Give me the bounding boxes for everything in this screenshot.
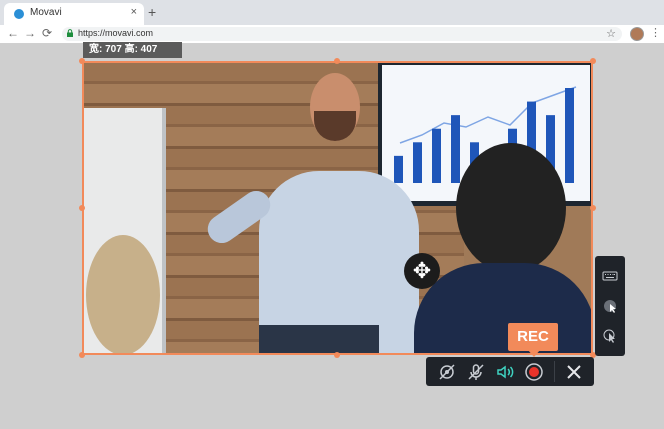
keyboard-icon[interactable] bbox=[602, 268, 618, 284]
move-capture-button[interactable]: ✥ bbox=[404, 253, 440, 289]
audience-head-right bbox=[456, 143, 566, 273]
resize-handle-bottom-left[interactable] bbox=[79, 352, 85, 358]
resize-handle-left[interactable] bbox=[79, 205, 85, 211]
url-text: https://movavi.com bbox=[78, 28, 154, 38]
audience-head-left bbox=[86, 235, 160, 353]
mouse-highlight-icon[interactable] bbox=[602, 298, 618, 314]
rec-indicator-pointer bbox=[528, 350, 540, 357]
chart-bar bbox=[451, 115, 460, 183]
control-bar-divider bbox=[554, 361, 555, 382]
video-frame bbox=[84, 63, 591, 353]
chart-bar bbox=[413, 142, 422, 183]
presenter-trousers bbox=[259, 325, 379, 353]
resize-handle-top-left[interactable] bbox=[79, 58, 85, 64]
lock-icon bbox=[67, 29, 73, 37]
resize-handle-bottom[interactable] bbox=[334, 352, 340, 358]
close-recorder-icon[interactable] bbox=[564, 362, 584, 382]
resize-handle-top-right[interactable] bbox=[590, 58, 596, 64]
tab-title: Movavi bbox=[30, 7, 62, 18]
capture-size-label: 宽: 707 高: 407 bbox=[83, 42, 182, 58]
chart-bar bbox=[432, 128, 441, 183]
microphone-off-icon[interactable] bbox=[466, 362, 486, 382]
movavi-favicon-icon bbox=[14, 9, 24, 19]
chart-bar bbox=[394, 155, 403, 183]
rec-indicator: REC bbox=[508, 323, 558, 351]
close-tab-icon[interactable]: × bbox=[131, 6, 137, 18]
capture-area[interactable]: ✥ bbox=[82, 61, 593, 355]
system-sound-icon[interactable] bbox=[495, 362, 515, 382]
record-button[interactable] bbox=[524, 362, 544, 382]
browser-tab-strip: Movavi × + bbox=[0, 0, 664, 25]
resize-handle-top[interactable] bbox=[334, 58, 340, 64]
click-effect-icon[interactable] bbox=[602, 328, 618, 344]
resize-handle-right[interactable] bbox=[590, 205, 596, 211]
browser-menu-icon[interactable]: ⋮ bbox=[650, 27, 661, 40]
back-icon[interactable]: ← bbox=[7, 26, 19, 40]
new-tab-icon[interactable]: + bbox=[148, 4, 156, 20]
profile-avatar[interactable] bbox=[630, 27, 644, 41]
bookmark-star-icon[interactable]: ☆ bbox=[606, 27, 616, 40]
effects-panel bbox=[595, 256, 625, 356]
audience-body-right bbox=[414, 263, 591, 353]
webcam-off-icon[interactable] bbox=[437, 362, 457, 382]
forward-icon[interactable]: → bbox=[24, 26, 36, 40]
reload-icon[interactable]: ⟳ bbox=[42, 26, 52, 40]
chart-bar bbox=[565, 88, 574, 183]
browser-tab[interactable]: Movavi × bbox=[4, 3, 144, 25]
address-bar[interactable]: https://movavi.com ☆ bbox=[62, 27, 622, 41]
recording-control-bar bbox=[426, 357, 594, 386]
